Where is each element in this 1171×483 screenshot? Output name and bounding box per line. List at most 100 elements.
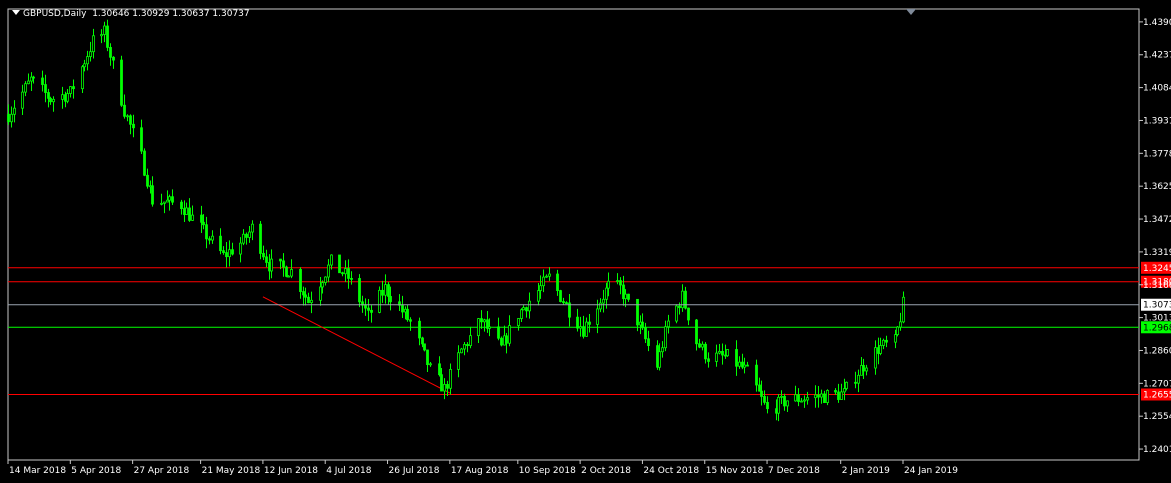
price-tick-label: 1.2554 (1143, 412, 1171, 422)
candle-body (480, 318, 483, 323)
candle-body (783, 395, 786, 407)
candle-body (548, 273, 551, 277)
candle-body (582, 326, 585, 337)
price-tick-label: 1.2401 (1143, 445, 1171, 455)
candle-body (120, 59, 123, 106)
candle-body (401, 304, 404, 313)
candle-body (132, 123, 135, 129)
candle-body (327, 264, 330, 278)
candle-body (707, 358, 710, 362)
time-tick-label: 24 Oct 2018 (643, 466, 699, 476)
candle-body (488, 326, 491, 329)
time-axis: 14 Mar 2018 5 Apr 2018 27 Apr 2018 21 May 2… (7, 460, 958, 476)
candle-body (248, 231, 251, 238)
candle-body (350, 278, 353, 280)
ohlc-values: 1.30646 1.30929 1.30637 1.30737 (92, 9, 250, 19)
plot-frame (7, 8, 1140, 461)
candle-body (854, 381, 857, 384)
candle-body (24, 83, 27, 93)
candle-body (191, 214, 194, 221)
candle-body (299, 269, 302, 292)
candle-body (302, 291, 305, 296)
candle-body (463, 344, 466, 350)
candlestick-chart[interactable]: 1.32451.31801.29681.2655 1.3073 1.43901.… (0, 0, 1171, 483)
time-tick-label: 10 Sep 2018 (519, 466, 576, 476)
candle-body (817, 394, 820, 398)
candle-body (537, 290, 540, 302)
candle-body (695, 319, 698, 345)
candle-body (602, 298, 605, 304)
candle-body (225, 252, 228, 258)
candle-body (381, 289, 384, 296)
trend-line[interactable] (262, 296, 451, 394)
candle-body (466, 344, 469, 347)
candle-body (129, 115, 132, 125)
time-tick-label: 24 Jan 2019 (904, 466, 958, 476)
time-tick-label: 15 Nov 2018 (706, 466, 764, 476)
current-price-line-group: 1.3073 (8, 298, 1171, 311)
candle-body (66, 93, 69, 102)
candle-body (735, 349, 738, 367)
candle-body (641, 321, 644, 329)
time-tick-label: 4 Jul 2018 (326, 466, 371, 476)
candle-body (644, 327, 647, 340)
price-tick-label: 1.3931 (1143, 116, 1171, 126)
candle-body (168, 196, 171, 201)
candle-body (661, 347, 664, 353)
candle-body (899, 321, 902, 328)
candle-body (389, 296, 392, 303)
candle-body (279, 258, 282, 262)
candle-body (180, 201, 183, 210)
candle-body (282, 260, 285, 268)
time-tick-label: 7 Dec 2018 (768, 466, 820, 476)
candle-body (780, 395, 783, 398)
candle-body (786, 400, 789, 407)
price-tick-label: 1.3472 (1143, 215, 1171, 225)
price-tick-label: 1.4390 (1143, 18, 1171, 28)
candle-body (69, 86, 72, 94)
candle-body (820, 393, 823, 398)
candle-body (222, 250, 225, 253)
candle-body (151, 185, 154, 205)
candle-body (367, 307, 370, 311)
time-tick-label: 2 Oct 2018 (581, 466, 631, 476)
candle-body (304, 294, 307, 298)
candle-body (423, 343, 426, 351)
candle-body (845, 381, 848, 389)
candle-body (517, 318, 520, 326)
candle-body (344, 268, 347, 275)
price-tick-label: 1.4084 (1143, 84, 1171, 94)
candle-body (112, 56, 115, 61)
candle-body (483, 319, 486, 323)
time-tick-label: 26 Jul 2018 (389, 466, 440, 476)
candle-body (109, 47, 112, 58)
candle-body (106, 25, 109, 48)
candle-body (823, 393, 826, 404)
time-tick-label: 17 Aug 2018 (451, 466, 509, 476)
price-tick-label: 1.4237 (1143, 51, 1171, 61)
candle-body (44, 84, 47, 93)
candle-body (882, 339, 885, 346)
candle-body (61, 94, 64, 100)
candle-body (497, 326, 500, 339)
chart-window[interactable]: 1.32451.31801.29681.2655 1.3073 1.43901.… (0, 0, 1171, 483)
candle-body (10, 113, 13, 123)
candle-body (826, 390, 829, 404)
candle-body (755, 364, 758, 386)
price-tick-label: 1.3778 (1143, 149, 1171, 159)
candle-body (460, 348, 463, 354)
candle-body (704, 343, 707, 360)
candle-body (438, 363, 441, 376)
candle-body (89, 51, 92, 58)
candle-body (418, 320, 421, 339)
candle-body (409, 319, 412, 322)
chart-shift-marker[interactable] (906, 9, 916, 15)
trend-line-group (262, 296, 451, 394)
candle-body (627, 293, 630, 300)
candle-body (658, 351, 661, 368)
candle-body (378, 289, 381, 313)
candle-body (814, 394, 817, 399)
candle-body (185, 207, 188, 215)
candle-body (585, 321, 588, 337)
candle-body (508, 325, 511, 344)
